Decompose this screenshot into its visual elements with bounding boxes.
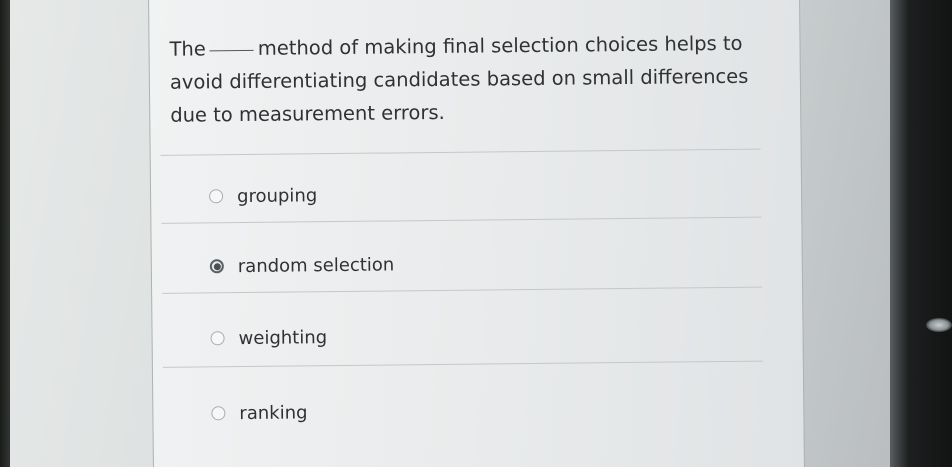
question-text-end: method of making final selection choices… xyxy=(169,31,749,127)
option-grouping[interactable]: grouping xyxy=(209,182,317,209)
answer-blank xyxy=(209,49,254,52)
option-weighting[interactable]: weighting xyxy=(210,324,327,351)
divider xyxy=(161,216,762,224)
option-label: ranking xyxy=(239,401,308,424)
radio-button[interactable] xyxy=(209,189,224,204)
option-ranking[interactable]: ranking xyxy=(211,399,308,426)
option-label: grouping xyxy=(236,184,318,207)
divider xyxy=(160,148,761,156)
question-text-start: The xyxy=(169,37,206,61)
question-card: The method of making final selection choi… xyxy=(148,0,805,467)
option-label: weighting xyxy=(238,326,328,349)
divider xyxy=(162,286,763,294)
radio-button-selected[interactable] xyxy=(209,259,224,274)
light-reflection xyxy=(926,318,952,332)
radio-button[interactable] xyxy=(210,331,225,346)
radio-button[interactable] xyxy=(211,406,226,421)
option-label: random selection xyxy=(237,253,395,277)
question-text: The method of making final selection choi… xyxy=(169,26,770,131)
option-random-selection[interactable]: random selection xyxy=(209,251,395,279)
divider xyxy=(162,360,763,368)
screen-edge-right xyxy=(890,0,952,467)
